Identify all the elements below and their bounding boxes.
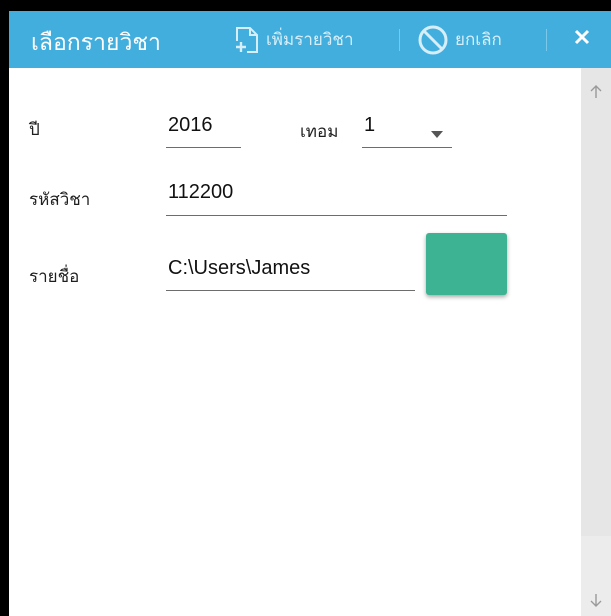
arrow-down-icon[interactable] — [588, 592, 604, 608]
term-select[interactable]: 1 — [362, 114, 452, 148]
vertical-scrollbar[interactable] — [581, 68, 611, 616]
student-list-path-input[interactable]: C:\Users\James — [166, 257, 415, 291]
course-code-label: รหัสวิชา — [29, 190, 91, 209]
year-label: ปี — [29, 120, 40, 139]
year-input[interactable]: 2016 — [166, 114, 241, 148]
ban-icon — [417, 24, 449, 56]
chevron-down-icon — [431, 122, 443, 145]
arrow-up-icon[interactable] — [588, 84, 604, 100]
add-course-label: เพิ่มรายวิชา — [266, 30, 354, 49]
toolbar-divider — [546, 29, 547, 51]
select-course-dialog: เลือกรายวิชา เพิ่มรายวิชา ยกเลิก ปี 2016… — [9, 11, 611, 616]
student-list-label: รายชื่อ — [29, 267, 80, 286]
scroll-thumb[interactable] — [581, 68, 611, 536]
term-label: เทอม — [300, 122, 339, 141]
browse-file-button[interactable] — [426, 233, 507, 295]
add-document-icon — [232, 25, 262, 55]
cancel-button[interactable]: ยกเลิก — [417, 11, 502, 68]
add-course-button[interactable]: เพิ่มรายวิชา — [232, 11, 354, 68]
term-value: 1 — [364, 114, 376, 136]
dialog-title: เลือกรายวิชา — [31, 29, 161, 55]
toolbar-divider — [399, 29, 400, 51]
course-code-input[interactable]: 112200 — [166, 181, 507, 216]
close-icon — [574, 29, 590, 50]
close-button[interactable] — [564, 11, 600, 68]
cancel-label: ยกเลิก — [455, 30, 502, 49]
title-bar: เลือกรายวิชา เพิ่มรายวิชา ยกเลิก — [9, 11, 611, 68]
